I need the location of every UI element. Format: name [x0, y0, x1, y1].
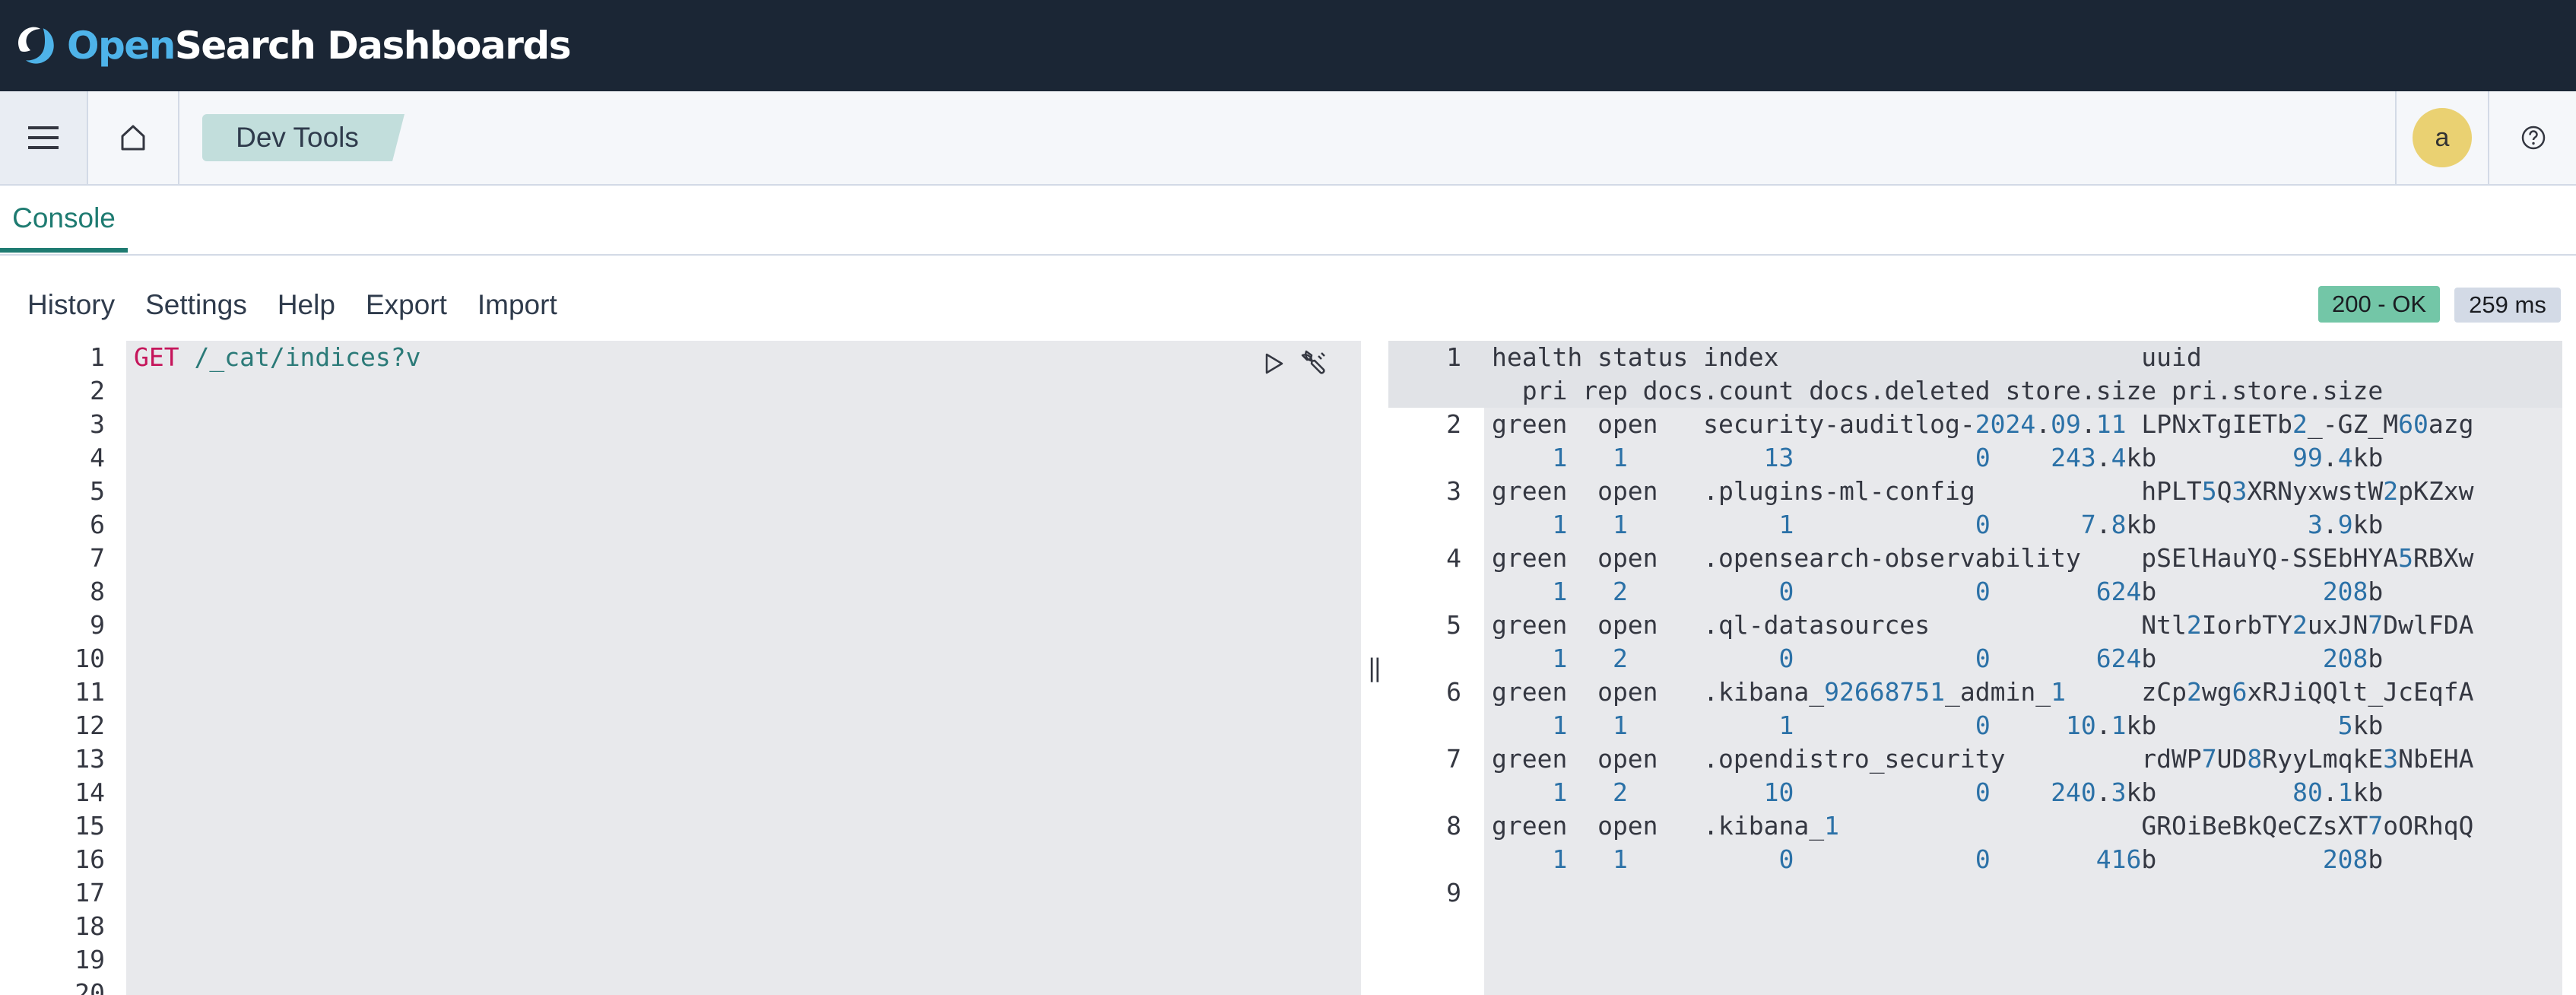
response-row-main: green open .kibana_1 GROiBeBkQeCZsXT7oOR… — [1492, 811, 2474, 841]
line-number: 9 — [90, 610, 105, 640]
response-line: 7 green open .opendistro_security rdWP7UD… — [1388, 742, 2562, 809]
top-header: OpenSearch Dashboards — [0, 0, 2576, 91]
line-number: 5 — [90, 476, 105, 506]
line-number: 13 — [75, 744, 105, 774]
request-editor[interactable]: 1 2 3 4 5 6 7 8 9 10 11 12 13 14 15 16 17 18 19 20 GET /_ca… — [14, 341, 1361, 995]
response-row-wrap: 1 1 1 0 10.1kb 5kb — [1552, 710, 2384, 740]
response-line-number: 2 — [1446, 409, 1461, 439]
tab-bar: Console — [0, 186, 2576, 256]
response-line-number: 4 — [1446, 543, 1461, 573]
resize-grip-icon: ‖ — [1367, 653, 1382, 682]
response-line-text: green open .opensearch-observability pSE… — [1492, 542, 2473, 609]
response-row-main: green open security-auditlog-2024.09.11 … — [1492, 409, 2474, 439]
line-number: 18 — [75, 911, 105, 941]
hamburger-icon — [28, 126, 59, 149]
response-row-main: green open .plugins-ml-config hPLT5Q3XRN… — [1492, 476, 2474, 506]
opensearch-logo[interactable]: OpenSearch Dashboards — [15, 17, 572, 75]
line-number: 2 — [90, 376, 105, 405]
response-line-text: green open .opendistro_security rdWP7UD8… — [1492, 742, 2473, 809]
line-number: 7 — [90, 543, 105, 573]
line-number: 1 — [90, 342, 105, 372]
line-number: 11 — [75, 677, 105, 707]
response-line: 1 health status index uuid pri rep docs.c… — [1388, 341, 2562, 408]
line-number: 17 — [75, 878, 105, 908]
line-number: 15 — [75, 811, 105, 841]
line-number: 8 — [90, 577, 105, 606]
response-line-number: 7 — [1446, 744, 1461, 774]
response-row-main: green open .opensearch-observability pSE… — [1492, 543, 2474, 573]
response-line-number: 9 — [1446, 878, 1461, 908]
menu-import[interactable]: Import — [477, 289, 562, 321]
line-number: 20 — [75, 978, 105, 995]
response-row-wrap: 1 1 1 0 7.8kb 3.9kb — [1552, 510, 2384, 539]
request-line-1[interactable]: GET /_cat/indices?v — [134, 341, 421, 374]
menu-settings[interactable]: Settings — [145, 289, 252, 321]
response-line-text: green open .kibana_1 GROiBeBkQeCZsXT7oOR… — [1492, 809, 2473, 876]
response-row-main: green open .kibana_92668751_admin_1 zCp2… — [1492, 677, 2474, 707]
response-row-main: green open .opendistro_security rdWP7UD8… — [1492, 744, 2474, 774]
response-line-text: green open .plugins-ml-config hPLT5Q3XRN… — [1492, 475, 2473, 542]
help-button[interactable] — [2488, 91, 2576, 184]
response-line-number: 8 — [1446, 811, 1461, 841]
response-row-main: health status index uuid — [1492, 342, 2202, 372]
response-viewer[interactable]: 1 health status index uuid pri rep docs.c… — [1388, 341, 2562, 995]
logo-text: OpenSearch Dashboards — [67, 24, 572, 68]
response-line-text: green open .ql-datasources Ntl2IorbTY2ux… — [1492, 609, 2473, 676]
pane-resize-handle[interactable]: ‖ — [1361, 341, 1388, 995]
response-line-text: green open security-auditlog-2024.09.11 … — [1492, 408, 2474, 475]
response-line: 5 green open .ql-datasources Ntl2IorbTY2u… — [1388, 609, 2562, 676]
response-line-number: 1 — [1446, 342, 1461, 372]
response-line: 9 — [1388, 876, 2562, 943]
response-line-text: health status index uuid pri rep docs.co… — [1492, 341, 2383, 408]
response-row-wrap: 1 2 0 0 624b 208b — [1552, 577, 2384, 606]
play-icon[interactable] — [1261, 351, 1286, 377]
menu-button[interactable] — [0, 91, 88, 184]
menu-history[interactable]: History — [27, 289, 119, 321]
response-time-badge: 259 ms — [2454, 288, 2561, 323]
menu-export[interactable]: Export — [366, 289, 452, 321]
logo-text-rest: Search Dashboards — [174, 24, 572, 68]
response-line: 6 green open .kibana_92668751_admin_1 zCp… — [1388, 676, 2562, 742]
response-line-text: green open .kibana_92668751_admin_1 zCp2… — [1492, 676, 2473, 742]
response-row-wrap: 1 2 10 0 240.3kb 80.1kb — [1552, 777, 2384, 807]
breadcrumb-dev-tools[interactable]: Dev Tools — [202, 114, 404, 161]
home-button[interactable] — [88, 91, 179, 184]
response-line: 3 green open .plugins-ml-config hPLT5Q3XR… — [1388, 475, 2562, 542]
response-line: 2 green open security-auditlog-2024.09.11… — [1388, 408, 2562, 475]
wrench-icon[interactable] — [1299, 347, 1332, 380]
home-icon — [121, 125, 145, 151]
line-number: 3 — [90, 409, 105, 439]
request-actions — [1261, 347, 1332, 380]
user-menu[interactable]: a — [2395, 91, 2488, 184]
response-row-wrap: 1 2 0 0 624b 208b — [1552, 644, 2384, 673]
response-line: 8 green open .kibana_1 GROiBeBkQeCZsXT7oO… — [1388, 809, 2562, 876]
line-number: 12 — [75, 710, 105, 740]
response-line-number: 3 — [1446, 476, 1461, 506]
response-row-wrap: pri rep docs.count docs.deleted store.si… — [1492, 376, 2384, 405]
help-icon — [2521, 126, 2546, 150]
avatar[interactable]: a — [2413, 108, 2472, 167]
response-row-wrap: 1 1 13 0 243.4kb 99.4kb — [1552, 443, 2384, 472]
status-badge: 200 - OK — [2318, 286, 2440, 323]
request-gutter: 1 2 3 4 5 6 7 8 9 10 11 12 13 14 15 16 17 18 19 20 — [14, 341, 126, 995]
line-number: 10 — [75, 644, 105, 673]
request-method: GET — [134, 342, 179, 372]
menu-help[interactable]: Help — [278, 289, 340, 321]
tab-console[interactable]: Console — [0, 186, 128, 253]
logo-text-open: Open — [67, 24, 176, 68]
request-path: /_cat/indices?v — [194, 342, 421, 372]
line-number: 14 — [75, 777, 105, 807]
line-number: 6 — [90, 510, 105, 539]
line-number: 16 — [75, 844, 105, 874]
response-row-main: green open .ql-datasources Ntl2IorbTY2ux… — [1492, 610, 2474, 640]
response-row-wrap: 1 1 0 0 416b 208b — [1552, 844, 2384, 874]
response-line-number: 6 — [1446, 677, 1461, 707]
line-number: 19 — [75, 945, 105, 974]
response-line: 4 green open .opensearch-observability pS… — [1388, 542, 2562, 609]
opensearch-logo-icon — [18, 27, 54, 64]
response-line-number: 5 — [1446, 610, 1461, 640]
console-menu: History Settings Help Export Import — [0, 281, 562, 329]
line-number: 4 — [90, 443, 105, 472]
